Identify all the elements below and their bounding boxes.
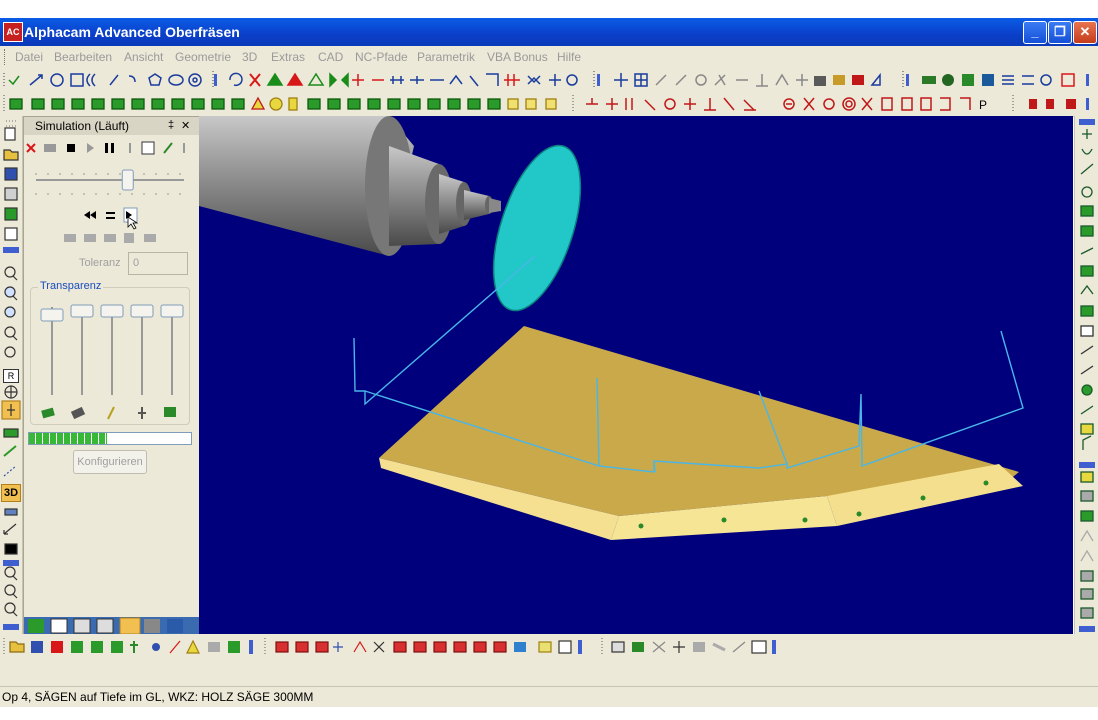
toolbar-row-2: P	[0, 92, 1098, 117]
right-toolbar-icons[interactable]	[1075, 116, 1098, 636]
menu-geometrie[interactable]: Geometrie	[175, 50, 231, 64]
spindle-model	[199, 116, 501, 256]
menu-cad[interactable]: CAD	[318, 50, 343, 64]
menu-bearbeiten[interactable]: Bearbeiten	[54, 50, 112, 64]
menu-bar: Datei Bearbeiten Ansicht Geometrie 3D Ex…	[0, 46, 1098, 68]
tolerance-value: 0	[133, 257, 140, 269]
maximize-button[interactable]: ❐	[1048, 21, 1072, 44]
3d-viewport[interactable]	[199, 116, 1073, 634]
menu-ansicht[interactable]: Ansicht	[124, 50, 163, 64]
toolbar-row-1-icons[interactable]	[0, 68, 1098, 92]
toolbar-row-1	[0, 68, 1098, 93]
right-toolbar	[1074, 116, 1098, 636]
left-toolbar: R 3D	[0, 116, 23, 636]
toggle-3d-button[interactable]: 3D	[1, 484, 21, 502]
panel-close-button[interactable]: ✕	[181, 119, 190, 132]
simulation-scene	[199, 116, 1024, 540]
tolerance-label: Toleranz	[79, 257, 121, 269]
menu-parametrik[interactable]: Parametrik	[417, 50, 475, 64]
simulation-progress-bar	[28, 432, 192, 445]
progress-fill	[29, 433, 107, 444]
menu-extras[interactable]: Extras	[271, 50, 305, 64]
close-button[interactable]: ✕	[1073, 21, 1097, 44]
menu-hilfe[interactable]: Hilfe	[557, 50, 581, 64]
app-icon: AC	[3, 22, 23, 42]
saw-blade	[492, 144, 582, 312]
tolerance-input[interactable]: 0	[128, 252, 188, 275]
transparency-label: Transparenz	[38, 280, 104, 292]
bottom-toolbar-icons[interactable]	[0, 634, 1098, 660]
status-text: Op 4, SÄGEN auf Tiefe im GL, WKZ: HOLZ S…	[2, 690, 314, 704]
badge-r[interactable]: R	[3, 369, 19, 383]
pin-icon[interactable]: ‡	[168, 119, 174, 131]
toolbar-dock-area	[0, 660, 1098, 686]
window-title: Alphacam Advanced Oberfräsen	[24, 24, 240, 40]
minimize-button[interactable]: _	[1023, 21, 1047, 44]
menu-vba-bonus[interactable]: VBA Bonus	[487, 50, 548, 64]
simulation-panel-title: Simulation (Läuft)	[35, 119, 130, 133]
menu-datei[interactable]: Datei	[15, 50, 43, 64]
bottom-toolbar	[0, 634, 1098, 660]
simulation-tabs[interactable]	[24, 617, 199, 635]
simulation-panel: Simulation (Läuft) ‡ ✕ Toleranz 0 Transp…	[23, 116, 200, 638]
title-bar: AC Alphacam Advanced Oberfräsen _ ❐ ✕	[0, 18, 1098, 46]
status-bar: Op 4, SÄGEN auf Tiefe im GL, WKZ: HOLZ S…	[0, 686, 1098, 707]
toolbar-row-2-icons[interactable]: P	[0, 92, 1098, 116]
configure-button[interactable]: Konfigurieren	[73, 450, 147, 474]
simulation-panel-header: Simulation (Läuft) ‡ ✕	[24, 117, 199, 135]
simulation-controls[interactable]	[24, 137, 199, 247]
menu-3d[interactable]: 3D	[242, 50, 257, 64]
transparency-sliders[interactable]	[30, 297, 190, 422]
menu-nc-pfade[interactable]: NC-Pfade	[355, 50, 408, 64]
workpiece-model	[379, 326, 1023, 540]
svg-text:P: P	[979, 98, 987, 112]
